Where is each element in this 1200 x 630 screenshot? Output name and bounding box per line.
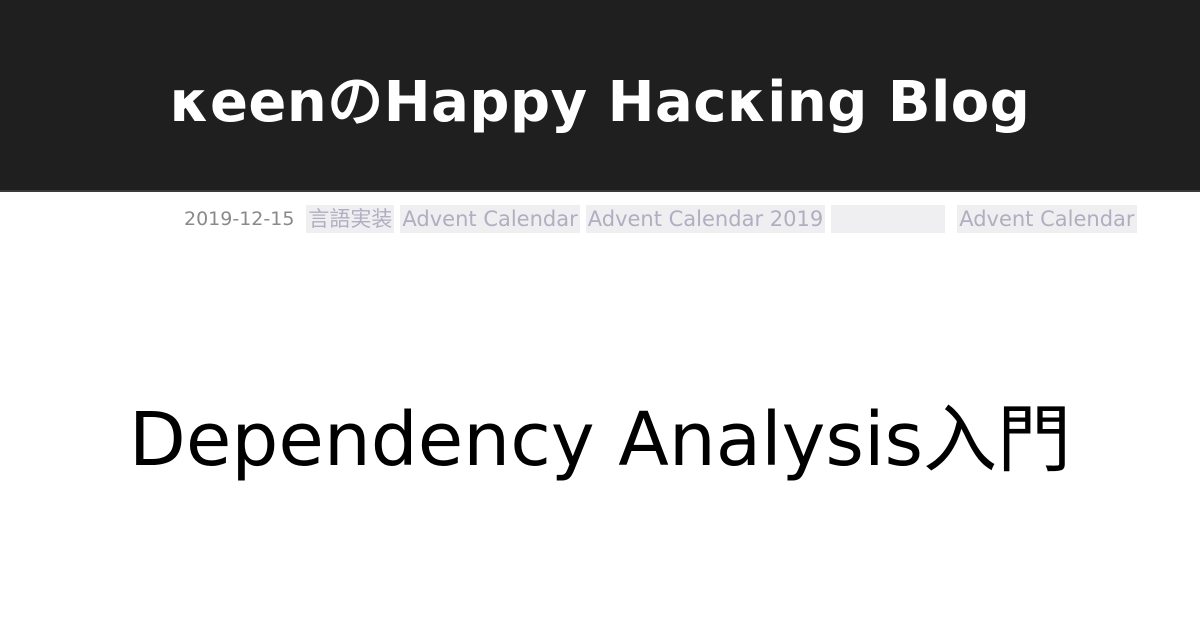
site-title[interactable]: κeenのHappy Hacκing Blog (170, 57, 1031, 138)
tag[interactable] (831, 205, 946, 233)
site-header: κeenのHappy Hacκing Blog (0, 0, 1200, 192)
tag[interactable]: Advent Calendar 2019 (585, 205, 826, 233)
post-title: Dependency Analysis入門 (128, 397, 1072, 483)
tag[interactable]: 言語実装 (306, 205, 395, 233)
post-meta: 2019-12-15 言語実装 Advent Calendar Advent C… (184, 205, 1143, 233)
post-date: 2019-12-15 (184, 208, 295, 230)
tag[interactable]: Advent Calendar (400, 205, 580, 233)
tag[interactable]: Advent Calendar (957, 205, 1137, 233)
